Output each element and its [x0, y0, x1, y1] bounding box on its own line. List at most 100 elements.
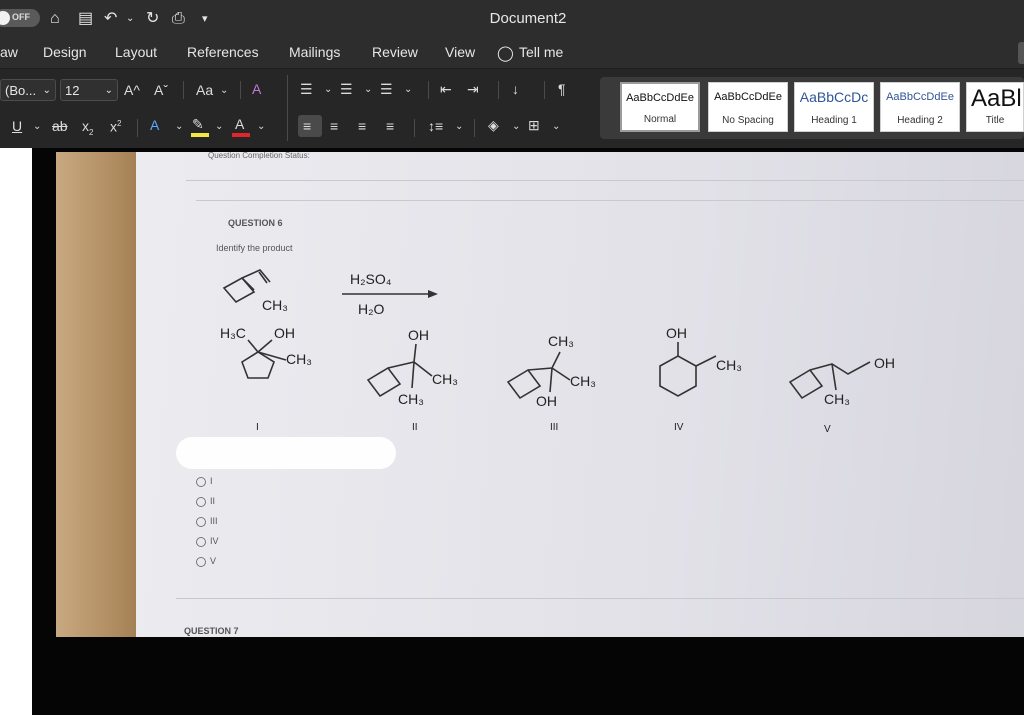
style-label: Heading 2 — [897, 115, 943, 126]
divider — [196, 200, 1024, 201]
structure-label: CH₃ — [398, 391, 424, 407]
style-no-spacing[interactable]: AaBbCcDdEe No Spacing — [708, 82, 788, 132]
divider — [414, 119, 415, 137]
share-button[interactable] — [1018, 42, 1024, 64]
font-name-value: (Bo... — [5, 83, 37, 98]
option-i[interactable]: I — [196, 476, 213, 487]
tab-references[interactable]: References — [187, 44, 259, 60]
chevron-down-icon: ⌄ — [404, 84, 413, 95]
tab-review[interactable]: Review — [372, 44, 418, 60]
structure-label: OH — [274, 325, 295, 341]
title-bar: OFF ⌂ ▤ ↶ ⌄ ↻ ⎙ ▾ Document2 — [0, 0, 1024, 38]
option-label: I — [210, 476, 213, 486]
structure-label: OH — [874, 355, 895, 371]
change-case-button[interactable]: Aa — [196, 80, 213, 100]
cyclohexane-ring — [659, 355, 697, 397]
highlight-icon[interactable]: ✎ — [192, 114, 204, 134]
shrink-font-button[interactable]: Aˇ — [154, 80, 168, 100]
cyclobutane-ring — [366, 366, 402, 398]
option-ii[interactable]: II — [196, 496, 215, 507]
chevron-down-icon: ⌄ — [104, 85, 113, 96]
chevron-down-icon: ⌄ — [364, 84, 373, 95]
multilevel-list-icon[interactable]: ☰ — [380, 79, 393, 99]
highlight-color-swatch — [191, 133, 209, 137]
menu-bar: aw Design Layout References Mailings Rev… — [0, 38, 1024, 68]
structure-label: OH — [666, 325, 687, 341]
sort-icon[interactable]: ↓ — [512, 79, 519, 99]
align-center-icon[interactable]: ≡ — [330, 116, 338, 136]
divider — [240, 81, 241, 99]
laptop-bezel — [56, 152, 136, 637]
borders-icon[interactable]: ⊞ — [528, 115, 540, 135]
option-iv[interactable]: IV — [196, 536, 219, 547]
show-formatting-icon[interactable]: ¶ — [558, 79, 566, 99]
structure-label: OH — [536, 393, 557, 409]
style-label: Heading 1 — [811, 115, 857, 126]
divider — [544, 81, 545, 99]
text-effects-icon[interactable]: A — [150, 115, 159, 135]
increase-indent-icon[interactable]: ⇥ — [467, 79, 479, 99]
style-normal[interactable]: AaBbCcDdEe Normal — [620, 82, 700, 132]
grow-font-button[interactable]: A^ — [124, 80, 140, 100]
tab-tell-me[interactable]: Tell me — [519, 44, 563, 60]
redaction-scribble — [176, 437, 396, 469]
radio-button[interactable] — [196, 516, 206, 527]
reaction-scheme: CH₃ H₂SO₄ H₂O H₃C OH CH₃ I OH CH₃ CH₃ II… — [220, 269, 895, 435]
ribbon: (Bo... ⌄ 12 ⌄ A^ Aˇ Aa ⌄ A U ⌄ ab x2 x2 … — [0, 68, 1024, 149]
structure-label: CH₃ — [824, 391, 850, 407]
radio-button[interactable] — [196, 556, 206, 567]
lightbulb-icon: ◯ — [497, 45, 514, 62]
option-iii[interactable]: III — [196, 516, 218, 527]
structure-numeral: II — [412, 422, 418, 433]
radio-button[interactable] — [196, 536, 206, 547]
chevron-down-icon: ⌄ — [257, 121, 266, 132]
tab-layout[interactable]: Layout — [115, 44, 157, 60]
radio-button[interactable] — [196, 476, 206, 487]
justify-icon[interactable]: ≡ — [386, 116, 394, 136]
style-heading-1[interactable]: AaBbCcDc Heading 1 — [794, 82, 874, 132]
shading-icon[interactable]: ◈ — [488, 115, 499, 135]
chevron-down-icon: ⌄ — [552, 121, 561, 132]
font-size-value: 12 — [65, 83, 80, 98]
tab-draw[interactable]: aw — [0, 44, 18, 60]
superscript-icon[interactable]: x2 — [110, 114, 121, 137]
line-spacing-icon[interactable]: ↕≡ — [428, 116, 443, 136]
chevron-down-icon: ⌄ — [42, 85, 51, 96]
divider — [498, 81, 499, 99]
chevron-down-icon: ⌄ — [215, 121, 224, 132]
divider — [474, 119, 475, 137]
structure-label: H₃C — [220, 325, 246, 341]
clear-formatting-icon[interactable]: A — [252, 79, 261, 99]
divider — [186, 180, 1024, 181]
divider — [176, 598, 1024, 599]
style-heading-2[interactable]: AaBbCcDdEe Heading 2 — [880, 82, 960, 132]
font-color-swatch — [232, 133, 250, 137]
strikethrough-icon[interactable]: ab — [52, 116, 68, 136]
document-canvas[interactable]: Question Completion Status: QUESTION 6 I… — [0, 148, 1024, 715]
style-sample: AaBbCcDdEe — [886, 91, 954, 103]
radio-button[interactable] — [196, 496, 206, 507]
option-label: IV — [210, 536, 219, 546]
style-title[interactable]: AaBl Title — [966, 82, 1024, 132]
embedded-image-frame: Question Completion Status: QUESTION 6 I… — [32, 148, 1024, 715]
option-v[interactable]: V — [196, 556, 216, 567]
decrease-indent-icon[interactable]: ⇤ — [440, 79, 452, 99]
font-color-icon[interactable]: A — [235, 114, 244, 134]
subscript-icon[interactable]: x2 — [82, 116, 93, 143]
tab-view[interactable]: View — [445, 44, 475, 60]
numbering-icon[interactable]: ☰ — [340, 79, 353, 99]
tab-mailings[interactable]: Mailings — [289, 44, 340, 60]
structure-numeral: IV — [674, 422, 684, 433]
align-right-icon[interactable]: ≡ — [358, 116, 366, 136]
bullets-icon[interactable]: ☰ — [300, 79, 313, 99]
divider — [137, 119, 138, 137]
divider — [183, 81, 184, 99]
font-size-combo[interactable]: 12 ⌄ — [60, 79, 118, 101]
option-label: III — [210, 516, 218, 526]
style-label: No Spacing — [722, 115, 774, 126]
underline-icon[interactable]: U — [12, 116, 22, 136]
chevron-down-icon: ⌄ — [512, 121, 521, 132]
font-name-combo[interactable]: (Bo... ⌄ — [0, 79, 56, 101]
tab-design[interactable]: Design — [43, 44, 87, 60]
align-left-button[interactable]: ≡ — [298, 115, 322, 137]
